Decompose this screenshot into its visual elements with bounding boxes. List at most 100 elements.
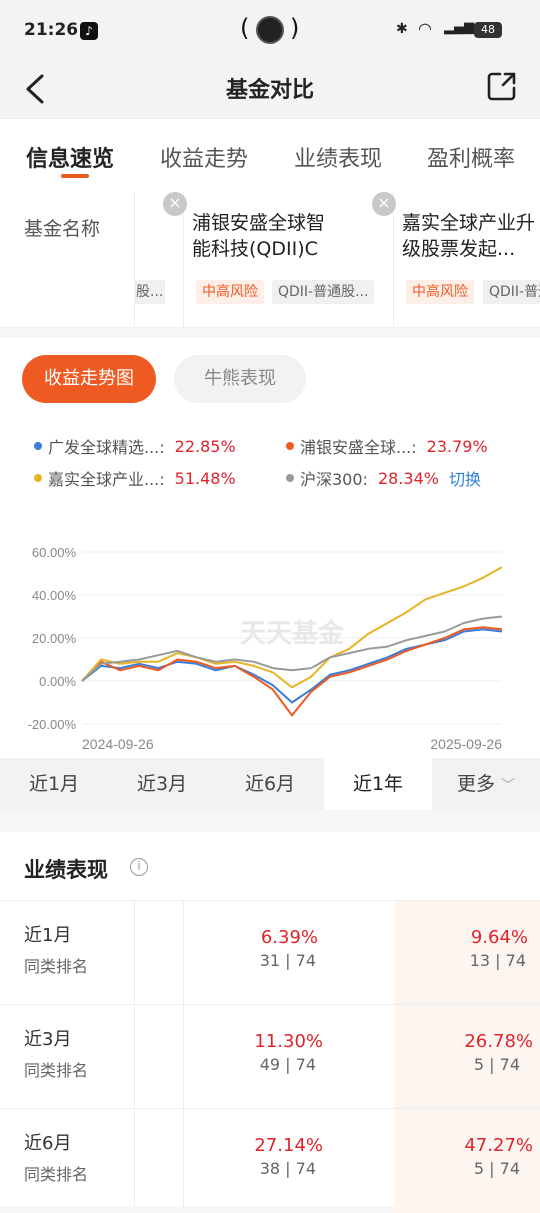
column-divider	[183, 1005, 184, 1109]
return-value: 47.27%	[464, 1135, 533, 1156]
legend-dot	[286, 474, 294, 482]
return-value: 11.30%	[254, 1031, 323, 1052]
table-row: 近1月 同类排名 6.39% 31 | 74 9.64% 13 | 74	[0, 900, 540, 1005]
return-value: 26.78%	[464, 1031, 533, 1052]
tiktok-icon: ♪	[80, 22, 98, 40]
column-divider	[134, 1005, 135, 1109]
row-sublabel: 同类排名	[24, 957, 89, 976]
table-row: 近3月 同类排名 11.30% 49 | 74 26.78% 5 | 74	[0, 1004, 540, 1109]
status-time: 21:26	[24, 20, 79, 40]
status-bar: 21:26 ♪ ( ) ✱ ◠ ▂▄▆ 48	[0, 0, 540, 60]
returns-chart-button[interactable]: 收益走势图	[22, 355, 156, 403]
returns-chart-section: 收益走势图 牛熊表现 广发全球精选...: 22.85% 浦银安盛全球...: …	[0, 338, 540, 758]
fund-type-badge: QDII-普通股...	[272, 280, 375, 304]
period-more-label: 更多	[456, 773, 495, 795]
watermark: 天天基金	[240, 618, 345, 649]
period-more[interactable]: 更多 ﹀	[432, 758, 540, 810]
period-selector: 近1月 近3月 近6月 近1年 更多 ﹀	[0, 758, 540, 810]
y-tick-label: 40.00%	[32, 588, 77, 603]
fund-name-2-line2: 级股票发起...	[402, 238, 516, 260]
remove-fund-icon[interactable]: ×	[163, 192, 187, 216]
x-tick-label: 2024-09-26	[82, 736, 154, 752]
tab-overview[interactable]: 信息速览	[26, 141, 114, 173]
rank-value: 49 | 74	[259, 1055, 316, 1074]
column-divider	[134, 901, 135, 1005]
legend-item: 浦银安盛全球...: 23.79%	[286, 434, 488, 458]
return-value: 9.64%	[470, 927, 528, 948]
column-divider	[134, 1109, 135, 1207]
y-tick-label: -20.00%	[28, 717, 77, 732]
legend-name: 嘉实全球产业...:	[48, 470, 165, 489]
tab-active-indicator	[61, 174, 89, 178]
performance-header: 业绩表现 i	[0, 832, 540, 900]
legend-item: 嘉实全球产业...: 51.48%	[34, 466, 236, 490]
row-sublabel: 同类排名	[24, 1165, 89, 1184]
fund-type-badge: QDII-普通	[483, 280, 540, 304]
battery-icon: 48	[474, 22, 502, 38]
legend-name: 沪深300:	[300, 470, 368, 489]
legend-dot	[286, 442, 294, 450]
column-divider	[183, 901, 184, 1005]
performance-title: 业绩表现	[24, 858, 108, 882]
page-title: 基金对比	[225, 78, 314, 103]
bluetooth-icon: ✱	[396, 21, 408, 37]
fund-name-1[interactable]: 浦银安盛全球智 能科技(QDII)C	[192, 210, 325, 262]
remove-fund-icon[interactable]: ×	[372, 192, 396, 216]
legend-value: 28.34%	[377, 468, 439, 488]
risk-badge: 中高风险	[406, 280, 474, 304]
y-tick-label: 60.00%	[32, 545, 77, 560]
legend-item: 沪深300: 28.34% 切换	[286, 466, 481, 490]
x-tick-label: 2025-09-26	[430, 736, 502, 752]
info-icon[interactable]: i	[130, 858, 148, 876]
legend-value: 22.85%	[174, 436, 236, 456]
legend-value: 51.48%	[174, 468, 236, 488]
tab-profit-probability[interactable]: 盈利概率	[427, 141, 515, 173]
period-1m[interactable]: 近1月	[0, 758, 108, 810]
tab-performance[interactable]: 业绩表现	[294, 141, 382, 173]
rank-value: 38 | 74	[259, 1159, 316, 1178]
table-row: 近6月 同类排名 27.14% 38 | 74 47.27% 5 | 74	[0, 1108, 540, 1213]
column-divider	[393, 192, 394, 328]
period-3m[interactable]: 近3月	[108, 758, 216, 810]
row-label: 近1月	[24, 925, 72, 946]
return-value: 27.14%	[254, 1135, 323, 1156]
rank-value: 13 | 74	[469, 951, 526, 970]
y-tick-label: 0.00%	[39, 674, 76, 689]
tab-bar: 信息速览 收益走势 业绩表现 盈利概率	[0, 118, 540, 192]
wifi-icon: ◠	[418, 19, 432, 38]
legend-item: 广发全球精选...: 22.85%	[34, 434, 236, 458]
switch-benchmark-link[interactable]: 切换	[449, 466, 481, 490]
risk-badge: 中高风险	[196, 280, 264, 304]
fund-name-2-line1: 嘉实全球产业升	[402, 212, 536, 234]
dynamic-island-right: )	[290, 14, 300, 42]
y-tick-label: 20.00%	[32, 631, 77, 646]
period-6m[interactable]: 近6月	[216, 758, 324, 810]
return-value: 6.39%	[260, 927, 318, 948]
rank-value: 5 | 74	[473, 1055, 520, 1074]
legend-dot	[34, 442, 42, 450]
rank-value: 5 | 74	[473, 1159, 520, 1178]
bull-bear-button[interactable]: 牛熊表现	[174, 355, 306, 403]
row-label: 近3月	[24, 1029, 72, 1050]
share-icon[interactable]	[486, 70, 518, 102]
fund-name-1-line2: 能科技(QDII)C	[192, 238, 318, 260]
period-1y[interactable]: 近1年	[324, 758, 432, 810]
legend-name: 广发全球精选...:	[48, 438, 165, 457]
rank-value: 31 | 74	[259, 951, 316, 970]
row-label: 近6月	[24, 1133, 72, 1154]
fund-name-label: 基金名称	[24, 218, 101, 240]
fund-type-badge-partial: 股...	[134, 280, 166, 304]
legend-value: 23.79%	[426, 436, 488, 456]
column-divider	[183, 1109, 184, 1207]
avatar	[256, 16, 284, 44]
fund-name-1-line1: 浦银安盛全球智	[192, 212, 326, 234]
tab-returns[interactable]: 收益走势	[160, 141, 248, 173]
chevron-down-icon: ﹀	[501, 778, 516, 794]
fund-name-2[interactable]: 嘉实全球产业升 级股票发起...	[402, 210, 535, 262]
returns-line-chart[interactable]: 60.00% 40.00% 20.00% 0.00% -20.00% 天天基金 2024-0…	[0, 518, 540, 758]
row-sublabel: 同类排名	[24, 1061, 89, 1080]
nav-bar: 基金对比	[0, 60, 540, 118]
dynamic-island-left: (	[240, 14, 250, 42]
signal-icon: ▂▄▆	[444, 20, 474, 35]
column-divider	[134, 192, 135, 328]
